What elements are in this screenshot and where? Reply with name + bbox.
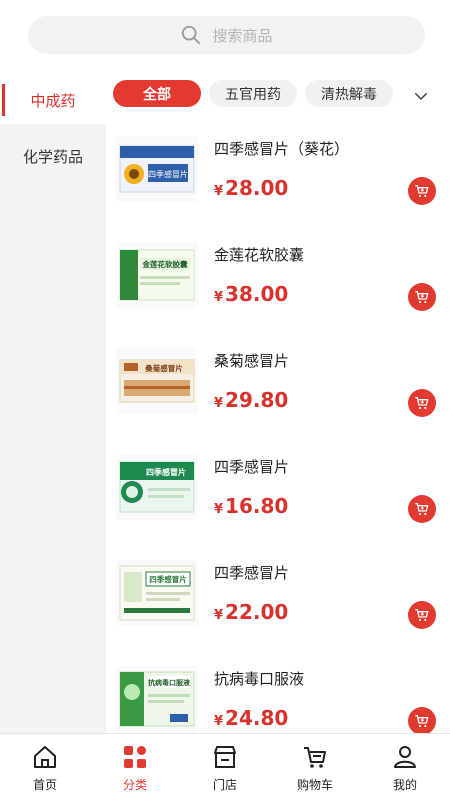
add-to-cart-button[interactable]: [408, 707, 436, 733]
category-icon: [124, 746, 146, 768]
product-image: 四季感冒片: [116, 454, 198, 520]
add-to-cart-button[interactable]: [408, 177, 436, 205]
search-bar[interactable]: 搜索商品: [28, 16, 425, 54]
product-image: 四季感冒片: [116, 560, 198, 626]
product-price: ¥29.80: [214, 388, 289, 412]
cart-icon: [415, 291, 429, 304]
product-price: ¥16.80: [214, 494, 289, 518]
product-image: 桑菊感冒片: [116, 348, 198, 414]
sidebar-subpanel: 化学药品: [0, 124, 106, 733]
nav-label: 分类: [122, 778, 147, 792]
cart-icon: [415, 609, 429, 622]
nav-home[interactable]: 首页: [0, 734, 90, 800]
nav-store[interactable]: 门店: [180, 734, 270, 800]
nav-cart[interactable]: 购物车: [270, 734, 360, 800]
nav-label: 购物车: [296, 778, 333, 792]
cart-icon: [304, 747, 326, 768]
add-to-cart-button[interactable]: [408, 495, 436, 523]
cart-icon: [415, 185, 429, 198]
product-name: 抗病毒口服液: [214, 670, 305, 688]
home-icon: [34, 746, 56, 768]
product-image: 金莲花软胶囊: [116, 242, 198, 308]
cart-icon: [415, 397, 429, 410]
sidebar-item[interactable]: 化学药品: [0, 146, 106, 167]
product-item[interactable]: 四季感冒片 四季感冒片 ¥22.00: [106, 548, 450, 654]
tab-ent[interactable]: 五官用药: [209, 80, 297, 107]
nav-category[interactable]: 分类: [90, 734, 180, 800]
bottom-nav: 首页 分类 门店 购物车 我的: [0, 733, 450, 800]
nav-label: 我的: [392, 778, 417, 792]
product-item[interactable]: 四季感冒片 四季感冒片（葵花） ¥28.00: [106, 124, 450, 230]
add-to-cart-button[interactable]: [408, 283, 436, 311]
nav-label: 门店: [212, 778, 237, 792]
product-price: ¥22.00: [214, 600, 289, 624]
product-image: 四季感冒片: [116, 136, 198, 202]
product-price: ¥38.00: [214, 282, 289, 306]
box-label: 金莲花软胶囊: [142, 259, 188, 269]
nav-profile[interactable]: 我的: [360, 734, 450, 800]
store-icon: [214, 746, 236, 768]
product-item[interactable]: 四季感冒片 四季感冒片 ¥16.80: [106, 442, 450, 548]
product-list: 四季感冒片 四季感冒片（葵花） ¥28.00 金莲花软胶囊 金莲花软胶囊 ¥ 3…: [106, 124, 450, 733]
product-item[interactable]: 桑菊感冒片 桑菊感冒片 ¥29.80: [106, 336, 450, 442]
tab-all[interactable]: 全部: [113, 80, 201, 107]
search-icon: [182, 25, 201, 45]
filter-tabs: 全部 五官用药 清热解毒: [113, 80, 393, 108]
cart-icon: [415, 715, 429, 728]
category-sidebar: 中成药 化学药品: [0, 70, 106, 733]
product-item[interactable]: 金莲花软胶囊 金莲花软胶囊 ¥38.00: [106, 230, 450, 336]
box-label: 四季感冒片: [146, 467, 186, 477]
user-icon: [394, 746, 416, 768]
cart-icon: [415, 503, 429, 516]
product-name: 四季感冒片（葵花）: [214, 140, 350, 158]
product-name: 桑菊感冒片: [214, 352, 290, 370]
add-to-cart-button[interactable]: [408, 389, 436, 417]
nav-label: 首页: [32, 778, 57, 792]
box-label: 四季感冒片: [148, 169, 188, 179]
product-image: 抗病毒口服液: [116, 666, 198, 732]
product-name: 四季感冒片: [214, 458, 290, 476]
chevron-down-icon[interactable]: [412, 87, 430, 105]
tab-detox[interactable]: 清热解毒: [305, 80, 393, 107]
box-label: 桑菊感冒片: [145, 363, 183, 373]
product-price: ¥28.00: [214, 176, 289, 200]
add-to-cart-button[interactable]: [408, 601, 436, 629]
box-label: 抗病毒口服液: [148, 678, 191, 687]
product-name: 金莲花软胶囊: [214, 246, 305, 264]
product-price: ¥24.80: [214, 706, 289, 730]
box-label: 四季感冒片: [149, 574, 187, 584]
product-name: 四季感冒片: [214, 564, 290, 582]
sidebar-item-active[interactable]: 中成药: [0, 78, 106, 122]
search-placeholder: 搜索商品: [212, 26, 273, 45]
product-item[interactable]: 抗病毒口服液 抗病毒口服液 ¥24.80: [106, 654, 450, 733]
